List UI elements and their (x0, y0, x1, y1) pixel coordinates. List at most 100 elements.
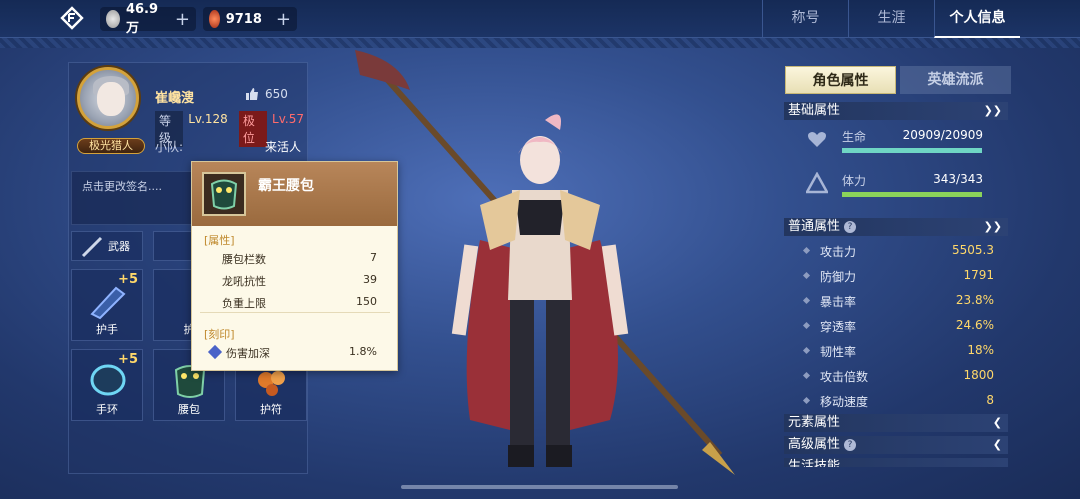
avatar[interactable] (77, 67, 139, 129)
back-logo-icon[interactable] (60, 6, 84, 30)
slot-belt-pouch-label: 腰包 (178, 403, 200, 416)
hp-bar-fill (842, 148, 982, 153)
attr-name: 龙吼抗性 (222, 275, 266, 288)
stat-name: 防御力 (820, 270, 857, 284)
bullet-icon (802, 371, 811, 380)
stat-row: 攻击力 5505.3 (802, 240, 994, 262)
bullet-icon (802, 271, 811, 280)
slot-gauntlet[interactable]: +5 护手 (71, 269, 143, 341)
stat-name: 移动速度 (820, 395, 869, 409)
advanced-attributes-header[interactable]: 高级属性? ❮ (784, 436, 1008, 454)
likes-count: 650 (265, 87, 288, 101)
section-title: 高级属性 (788, 437, 841, 452)
section-title: 基础属性 (788, 103, 841, 118)
team-value[interactable]: 来活人 (265, 138, 301, 155)
bullet-icon (802, 296, 811, 305)
tab-title[interactable]: 称号 (762, 0, 848, 38)
life-skills-header[interactable]: 生活技能 (784, 458, 1008, 467)
help-icon[interactable]: ? (844, 438, 857, 451)
bracelet-icon (90, 364, 126, 396)
stat-value: 24.6% (955, 318, 994, 332)
stamina-bar-fill (842, 192, 982, 197)
stat-row: 暴击率 23.8% (802, 290, 994, 312)
slot-bracelet[interactable]: +5 手环 (71, 349, 143, 421)
stamina-label: 体力 (842, 174, 867, 188)
add-silver-button[interactable]: + (175, 9, 190, 30)
stat-row: 防御力 1791 (802, 265, 994, 287)
seal-name-wrap: 伤害加深 (207, 344, 270, 361)
section-title: 元素属性 (788, 415, 841, 430)
bullet-icon (802, 246, 811, 255)
stat-value: 8 (986, 393, 994, 407)
tab-hero-school[interactable]: 英雄流派 (900, 66, 1011, 94)
element-attributes-header[interactable]: 元素属性 ❮ (784, 414, 1008, 432)
bullet-icon (802, 321, 811, 330)
stat-value: 18% (967, 343, 994, 357)
stat-value: 23.8% (955, 293, 994, 307)
expand-chevron-icon: ❮ (992, 438, 1002, 451)
title-badge[interactable]: 极光猎人 (77, 138, 145, 154)
collapse-chevron-icon: ❯❯ (983, 220, 1002, 233)
expand-chevron-icon: ❮ (992, 416, 1002, 429)
stat-name: 韧性率 (820, 345, 857, 359)
team-row: 小队: 来活人 (155, 138, 301, 155)
help-icon[interactable]: ? (844, 220, 857, 233)
player-name: 崔巉溲 (155, 91, 195, 106)
crystal-currency-value: 9718 (225, 11, 262, 27)
silver-coin-icon (106, 10, 120, 28)
flame-crystal-icon (209, 10, 220, 28)
decorative-border (0, 38, 1080, 48)
heart-icon (808, 132, 826, 147)
basic-attributes-header[interactable]: 基础属性 ❯❯ (784, 102, 1008, 120)
silver-currency[interactable]: 46.9万 + (100, 2, 196, 36)
slot-amulet-label: 护符 (260, 403, 282, 416)
character-model[interactable] (340, 50, 740, 480)
belt-pouch-icon (202, 172, 246, 216)
attr-name: 腰包栏数 (222, 253, 266, 266)
stat-name: 攻击力 (820, 245, 857, 259)
silver-currency-value: 46.9万 (125, 2, 159, 36)
hp-label: 生命 (842, 130, 867, 144)
slot-weapon-label: 武器 (108, 240, 130, 253)
seal-name: 伤害加深 (226, 347, 270, 360)
item-name: 霸王腰包 (258, 178, 314, 194)
stamina-value: 343/343 (933, 172, 983, 186)
crystal-currency[interactable]: 9718 + (203, 7, 297, 31)
profile-card: 极光猎人 崔巉溲 650 等级 Lv.128 极位 Lv.57 小队: 来活人 (69, 63, 309, 163)
tab-personal-info[interactable]: 个人信息 (934, 0, 1020, 38)
stamina-triangle-icon (806, 172, 828, 194)
stat-name: 穿透率 (820, 320, 857, 334)
slot-gauntlet-label: 护手 (96, 323, 118, 336)
likes-counter[interactable]: 650 (245, 87, 288, 101)
stamina-row: 体力 343/343 (800, 172, 995, 200)
slot-bracelet-label: 手环 (96, 403, 118, 416)
stat-value: 5505.3 (952, 243, 994, 257)
tab-career[interactable]: 生涯 (848, 0, 934, 38)
right-panel-tabs: 角色属性 英雄流派 (785, 66, 1011, 94)
tab-character-attributes[interactable]: 角色属性 (785, 66, 896, 94)
bullet-icon (802, 346, 811, 355)
hp-row: 生命 20909/20909 (800, 128, 995, 156)
hp-value: 20909/20909 (902, 128, 983, 142)
stat-row: 穿透率 24.6% (802, 315, 994, 337)
top-tabs: 称号 生涯 个人信息 (762, 0, 1020, 38)
stat-row: 韧性率 18% (802, 340, 994, 362)
stat-row: 攻击倍数 1800 (802, 365, 994, 387)
add-crystal-button[interactable]: + (276, 9, 291, 30)
bullet-icon (802, 396, 811, 405)
hp-bar (842, 148, 982, 153)
stamina-bar (842, 192, 982, 197)
attr-name: 负重上限 (222, 297, 266, 310)
section-title: 生活技能 (788, 459, 841, 467)
stat-value: 1791 (963, 268, 994, 282)
stat-name: 暴击率 (820, 295, 857, 309)
normal-attributes-header[interactable]: 普通属性? ❯❯ (784, 218, 1008, 236)
seal-gem-icon (207, 344, 223, 360)
stat-name: 攻击倍数 (820, 370, 869, 384)
stat-value: 1800 (963, 368, 994, 382)
thumbs-up-icon (246, 88, 258, 100)
home-indicator (401, 485, 678, 489)
slot-weapon[interactable]: 武器 (71, 231, 143, 261)
collapse-chevron-icon: ❯❯ (983, 104, 1002, 117)
top-bar: 46.9万 + 9718 + 称号 生涯 个人信息 (0, 0, 1080, 38)
